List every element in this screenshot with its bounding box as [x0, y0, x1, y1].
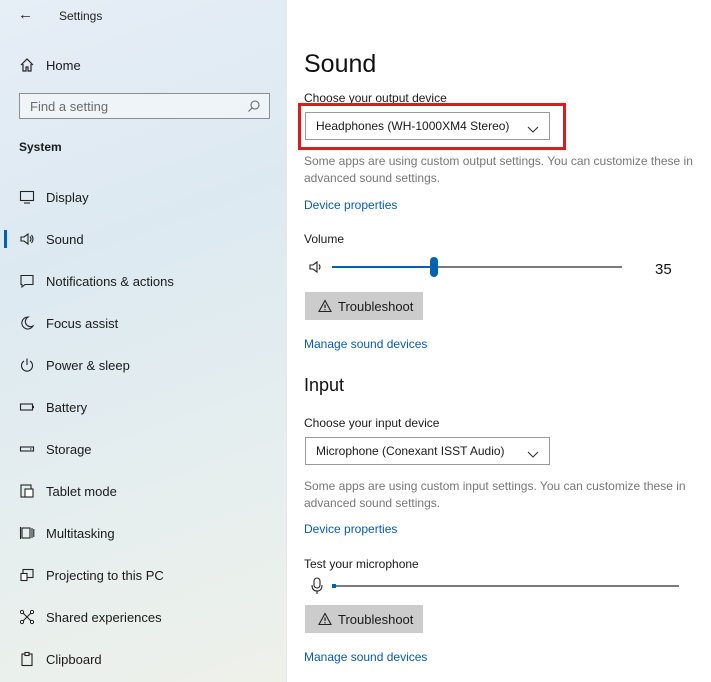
home-icon [18, 56, 36, 74]
volume-label: Volume [304, 232, 345, 246]
microphone-icon [310, 577, 324, 600]
volume-slider-fill [332, 266, 434, 268]
sidebar-item-label: Tablet mode [46, 483, 117, 499]
output-manage-devices-link[interactable]: Manage sound devices [304, 337, 427, 351]
sidebar-item-multitasking[interactable]: Multitasking [0, 512, 286, 554]
chevron-down-icon [527, 446, 539, 458]
notification-icon [18, 272, 36, 290]
output-device-value: Headphones (WH-1000XM4 Stereo) [316, 119, 510, 133]
sidebar-item-label: Notifications & actions [46, 273, 174, 289]
sidebar-item-label: Sound [46, 231, 84, 247]
volume-value: 35 [655, 261, 672, 278]
sidebar-nav: Display Sound Notifications & actions Fo… [0, 176, 286, 680]
sidebar-item-power-sleep[interactable]: Power & sleep [0, 344, 286, 386]
output-troubleshoot-button[interactable]: Troubleshoot [305, 292, 423, 320]
sidebar-item-label: Shared experiences [46, 609, 162, 625]
sidebar-item-label: Projecting to this PC [46, 567, 164, 583]
back-arrow-icon[interactable]: ← [18, 6, 33, 23]
input-device-value: Microphone (Conexant ISST Audio) [316, 444, 505, 458]
warning-icon [318, 612, 332, 626]
sidebar-item-storage[interactable]: Storage [0, 428, 286, 470]
sidebar-item-label: Display [46, 189, 89, 205]
title-bar: ← Settings [0, 0, 286, 32]
microphone-level-track [332, 585, 679, 587]
sidebar-item-label: Clipboard [46, 651, 102, 667]
clipboard-icon [18, 650, 36, 668]
main-content: Sound Choose your output device Headphon… [286, 0, 711, 682]
sidebar: ← Settings Home Find a setting System Di… [0, 0, 287, 682]
monitor-icon [18, 188, 36, 206]
sidebar-item-sound[interactable]: Sound [0, 218, 286, 260]
input-device-label: Choose your input device [304, 416, 440, 430]
sidebar-item-notifications[interactable]: Notifications & actions [0, 260, 286, 302]
tablet-icon [18, 482, 36, 500]
storage-icon [18, 440, 36, 458]
troubleshoot-label: Troubleshoot [338, 611, 414, 627]
microphone-level-fill [332, 584, 336, 588]
input-troubleshoot-button[interactable]: Troubleshoot [305, 605, 423, 633]
output-note: Some apps are using custom output settin… [304, 154, 693, 185]
search-input[interactable]: Find a setting [19, 93, 270, 119]
sidebar-item-projecting[interactable]: Projecting to this PC [0, 554, 286, 596]
shared-icon [18, 608, 36, 626]
sidebar-item-shared-experiences[interactable]: Shared experiences [0, 596, 286, 638]
battery-icon [18, 398, 36, 416]
power-icon [18, 356, 36, 374]
warning-icon [318, 299, 332, 313]
home-nav-item[interactable]: Home [18, 56, 81, 74]
input-heading: Input [304, 375, 345, 395]
test-microphone-label: Test your microphone [304, 557, 419, 571]
input-manage-devices-link[interactable]: Manage sound devices [304, 650, 427, 664]
sidebar-item-focus-assist[interactable]: Focus assist [0, 302, 286, 344]
input-note: Some apps are using custom input setting… [304, 479, 686, 510]
search-placeholder: Find a setting [30, 99, 109, 114]
sidebar-item-battery[interactable]: Battery [0, 386, 286, 428]
multitasking-icon [18, 524, 36, 542]
volume-speaker-icon[interactable] [308, 259, 324, 280]
sidebar-item-display[interactable]: Display [0, 176, 286, 218]
active-indicator [4, 230, 7, 248]
page-title: Sound [304, 50, 377, 78]
input-device-dropdown[interactable]: Microphone (Conexant ISST Audio) [305, 437, 550, 465]
sidebar-item-clipboard[interactable]: Clipboard [0, 638, 286, 680]
output-device-dropdown[interactable]: Headphones (WH-1000XM4 Stereo) [305, 112, 550, 140]
input-device-properties-link[interactable]: Device properties [304, 522, 397, 536]
sidebar-item-label: Multitasking [46, 525, 115, 541]
sidebar-item-tablet-mode[interactable]: Tablet mode [0, 470, 286, 512]
chevron-down-icon [527, 121, 539, 133]
sidebar-item-label: Focus assist [46, 315, 119, 331]
projector-icon [18, 566, 36, 584]
sidebar-item-label: Battery [46, 399, 88, 415]
sidebar-item-label: Storage [46, 441, 92, 457]
window-title: Settings [59, 9, 103, 23]
moon-icon [18, 314, 36, 332]
home-label: Home [46, 57, 81, 73]
speaker-icon [18, 230, 36, 248]
volume-slider-thumb[interactable] [429, 257, 438, 277]
search-icon [247, 99, 261, 113]
output-device-properties-link[interactable]: Device properties [304, 198, 397, 212]
sidebar-item-label: Power & sleep [46, 357, 130, 373]
troubleshoot-label: Troubleshoot [338, 298, 414, 314]
section-title: System [19, 140, 62, 154]
